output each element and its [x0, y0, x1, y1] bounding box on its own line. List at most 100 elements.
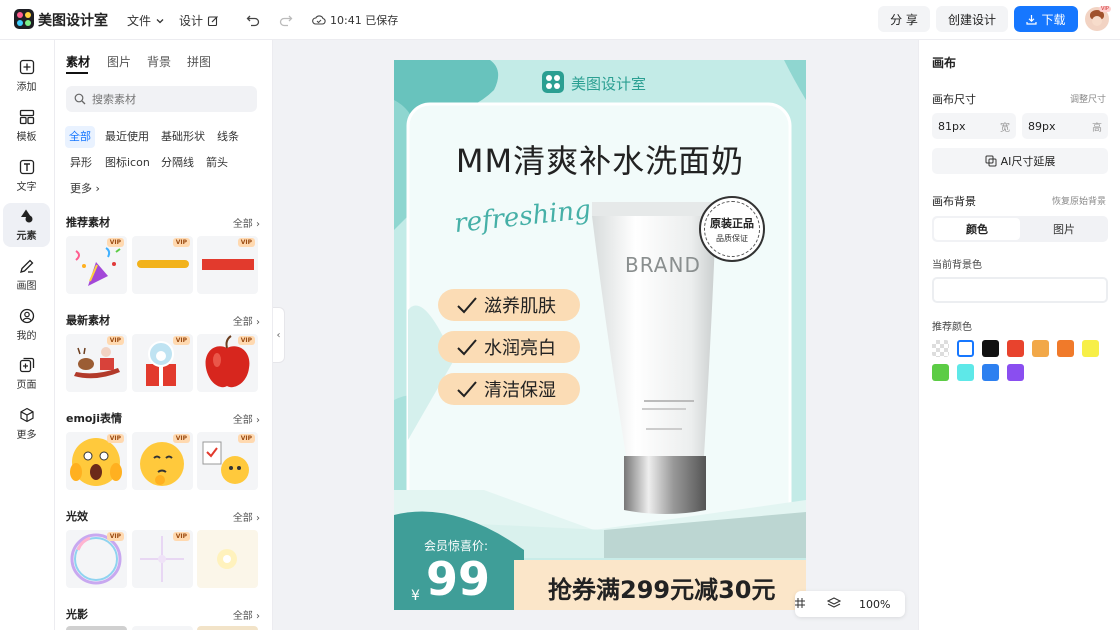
grid-icon[interactable] [795, 597, 807, 611]
color-swatch[interactable] [1057, 340, 1074, 357]
color-swatch[interactable] [932, 364, 949, 381]
ai-extend-button[interactable]: AI尺寸延展 [932, 148, 1108, 174]
restore-bg-link[interactable]: 恢复原始背景 [1052, 194, 1106, 207]
color-swatch[interactable] [982, 340, 999, 357]
color-swatch[interactable] [1007, 340, 1024, 357]
nav-draw-label: 画图 [16, 281, 37, 292]
material-thumb[interactable]: VIP [197, 334, 258, 392]
undo-icon[interactable] [244, 11, 262, 29]
chip-dividers[interactable]: 分隔线 [157, 152, 198, 174]
cube-icon [19, 407, 34, 423]
section-all-link[interactable]: 全部 › [233, 607, 260, 622]
chevron-down-icon [156, 18, 164, 23]
chip-more[interactable]: 更多 › [66, 178, 104, 200]
feature-text: 清洁保湿 [484, 380, 556, 401]
height-field[interactable]: 89px 高 [1022, 113, 1108, 139]
section-all-link[interactable]: 全部 › [233, 215, 260, 230]
material-thumb[interactable]: VIP [66, 334, 127, 392]
swatch-transparent[interactable] [932, 340, 949, 357]
create-design-button[interactable]: 创建设计 [936, 6, 1008, 32]
poster-canvas[interactable]: 美图设计室 MM清爽补水洗面奶 refreshing 滋养肌肤 水润亮白 清洁保… [394, 60, 806, 610]
chip-icons[interactable]: 图标icon [101, 152, 154, 174]
redo-icon[interactable] [277, 11, 295, 29]
color-swatch[interactable] [957, 364, 974, 381]
current-bg-label: 当前背景色 [932, 260, 982, 271]
nav-template[interactable]: 模板 [3, 104, 50, 148]
seg-image[interactable]: 图片 [1022, 218, 1106, 240]
section-all-link[interactable]: 全部 › [233, 313, 260, 328]
section-title-shadows: 光影 [66, 608, 88, 621]
file-menu[interactable]: 文件 [127, 12, 165, 29]
search-box[interactable] [66, 86, 257, 112]
nav-add[interactable]: 添加 [3, 54, 50, 98]
user-icon [19, 308, 34, 324]
vip-badge: VIP [106, 238, 124, 247]
download-button[interactable]: 下载 [1014, 6, 1078, 32]
share-button[interactable]: 分 享 [878, 6, 930, 32]
search-input[interactable] [92, 92, 242, 106]
color-swatch[interactable] [1082, 340, 1099, 357]
chip-irregular[interactable]: 异形 [66, 152, 96, 174]
vip-badge: VIP [237, 336, 255, 345]
nav-text[interactable]: 文字 [3, 154, 50, 198]
nav-elements-label: 元素 [16, 231, 37, 242]
material-thumb[interactable]: VIP [132, 530, 193, 588]
nav-draw[interactable]: 画图 [3, 253, 50, 297]
resize-link[interactable]: 调整尺寸 [1070, 92, 1106, 105]
app-logo-icon[interactable] [14, 9, 34, 29]
color-swatch[interactable] [1032, 340, 1049, 357]
material-thumb[interactable] [132, 626, 193, 630]
chip-recent[interactable]: 最近使用 [101, 126, 153, 148]
section-all-link[interactable]: 全部 › [233, 411, 260, 426]
tab-backgrounds[interactable]: 背景 [147, 53, 171, 70]
material-thumb[interactable]: VIP [66, 530, 127, 588]
chip-arrows[interactable]: 箭头 [202, 152, 232, 174]
material-thumb[interactable]: VIP [197, 236, 258, 294]
feature-text: 滋养肌肤 [484, 296, 556, 317]
canvas-bg-label: 画布背景 [932, 195, 976, 208]
material-thumb[interactable] [66, 626, 127, 630]
vip-badge: VIP [106, 434, 124, 443]
app-name: 美图设计室 [38, 13, 108, 29]
design-menu[interactable]: 设计 [179, 12, 219, 29]
poster-logo-icon [542, 71, 564, 93]
material-thumb[interactable]: VIP [197, 432, 258, 490]
material-panel: 素材 图片 背景 拼图 全部 最近使用 基础形状 线条 异形 图标icon 分隔… [55, 40, 273, 630]
material-thumb[interactable]: VIP [66, 236, 127, 294]
color-swatch[interactable] [957, 340, 974, 357]
tab-material[interactable]: 素材 [66, 53, 90, 70]
section-title-latest: 最新素材 [66, 314, 110, 327]
material-thumb[interactable]: VIP [132, 432, 193, 490]
file-menu-label: 文件 [127, 14, 152, 28]
chip-all[interactable]: 全部 [65, 126, 95, 148]
tab-collage[interactable]: 拼图 [187, 53, 211, 70]
width-field[interactable]: 81px 宽 [932, 113, 1016, 139]
pen-icon [19, 259, 33, 273]
material-thumb[interactable]: VIP [132, 236, 193, 294]
design-menu-label: 设计 [179, 14, 204, 28]
layers-icon[interactable] [826, 596, 842, 613]
tab-images[interactable]: 图片 [107, 53, 131, 70]
chip-lines[interactable]: 线条 [213, 126, 243, 148]
zoom-level[interactable]: 100% [859, 598, 890, 611]
material-thumb[interactable]: VIP [132, 334, 193, 392]
nav-text-label: 文字 [16, 182, 37, 193]
nav-mine[interactable]: 我的 [3, 303, 50, 347]
nav-pages[interactable]: 页面 [3, 352, 50, 396]
nav-elements[interactable]: 元素 [3, 203, 50, 247]
nav-more[interactable]: 更多 [3, 402, 50, 446]
collapse-panel-button[interactable]: ‹ [273, 307, 285, 363]
seg-color[interactable]: 颜色 [934, 218, 1020, 240]
tube-brand-text: BRAND [625, 253, 701, 277]
plus-square-icon [19, 59, 34, 75]
material-thumb[interactable] [197, 530, 258, 588]
material-thumb[interactable]: VIP [66, 432, 127, 490]
material-thumb[interactable] [197, 626, 258, 630]
feature-pill: 滋养肌肤 [438, 289, 580, 321]
section-all-link[interactable]: 全部 › [233, 509, 260, 524]
current-bg-color-field[interactable] [932, 277, 1108, 303]
color-swatch[interactable] [1007, 364, 1024, 381]
all-label: 全部 [232, 317, 253, 328]
color-swatch[interactable] [982, 364, 999, 381]
chip-basic-shapes[interactable]: 基础形状 [157, 126, 209, 148]
